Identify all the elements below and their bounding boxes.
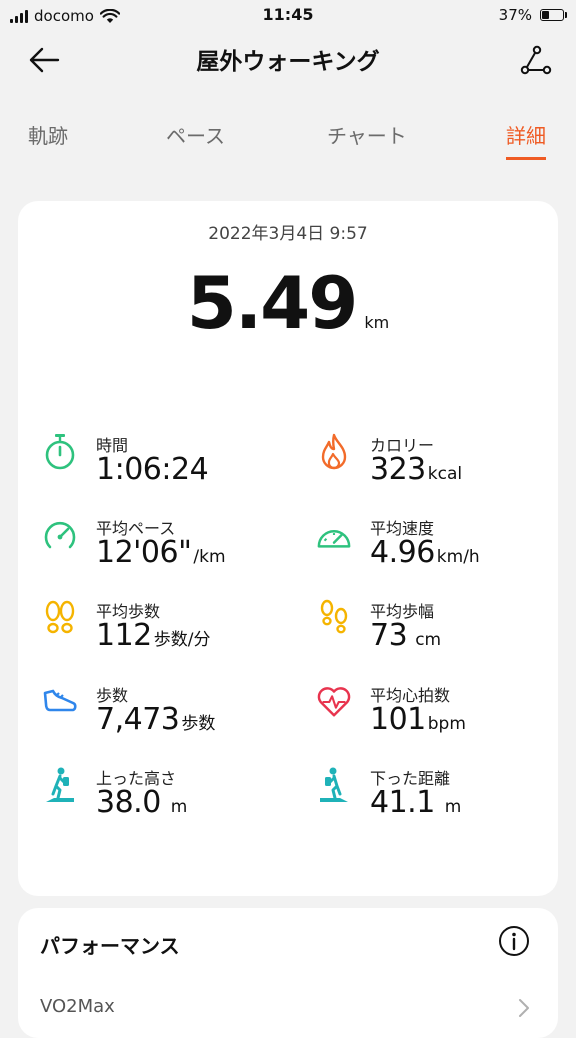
stat-value-line: 7,473 歩数 bbox=[96, 702, 215, 737]
distance-display: 5.49 km bbox=[18, 261, 558, 345]
stat-unit: cm bbox=[415, 630, 442, 650]
page-title: 屋外ウォーキング bbox=[196, 49, 380, 75]
status-time: 11:45 bbox=[262, 5, 314, 24]
chevron-right-icon bbox=[519, 999, 529, 1017]
stat-avg-pace: 平均ペース 12'06"/km bbox=[42, 515, 292, 591]
stat-value: 12'06" bbox=[96, 535, 192, 570]
stat-value-line: 41.1 m bbox=[370, 785, 461, 820]
battery-percent: 37% bbox=[498, 6, 532, 24]
stat-value: 38.0 bbox=[96, 785, 161, 820]
battery-icon bbox=[540, 9, 567, 21]
hiker-icon bbox=[42, 765, 78, 805]
status-bar: docomo 11:45 37% bbox=[0, 0, 576, 30]
stat-time: 時間 1:06:24 bbox=[42, 432, 292, 508]
stat-value: 41.1 bbox=[370, 785, 435, 820]
stat-value: 73 bbox=[370, 618, 408, 653]
stat-calories: カロリー 323 kcal bbox=[316, 432, 566, 508]
stat-unit: km/h bbox=[436, 547, 480, 567]
heart-rate-icon bbox=[316, 682, 352, 722]
vo2max-label: VO2Max bbox=[40, 996, 115, 1017]
stat-value: 4.96 bbox=[370, 535, 435, 570]
tab-chart[interactable]: チャート bbox=[327, 120, 407, 157]
stat-unit: kcal bbox=[427, 464, 463, 484]
distance-unit: km bbox=[364, 313, 390, 332]
stat-value: 101 bbox=[370, 702, 426, 737]
flame-icon bbox=[316, 432, 352, 472]
stat-value: 1:06:24 bbox=[96, 452, 209, 487]
status-right: 37% bbox=[498, 6, 567, 24]
stat-value-line: 38.0 m bbox=[96, 785, 187, 820]
header: 屋外ウォーキング bbox=[0, 30, 576, 90]
performance-card: パフォーマンス VO2Max bbox=[18, 908, 558, 1038]
tab-pace[interactable]: ペース bbox=[166, 120, 225, 157]
stat-avg-heart-rate: 平均心拍数 101 bpm bbox=[316, 682, 566, 758]
speedometer-icon bbox=[316, 515, 352, 555]
stat-value-line: 4.96 km/h bbox=[370, 535, 480, 570]
workout-datetime: 2022年3月4日 9:57 bbox=[208, 224, 368, 244]
stat-value-line: 73 cm bbox=[370, 618, 441, 653]
stat-unit: /km bbox=[193, 547, 226, 567]
stat-value-line: 1:06:24 bbox=[96, 452, 210, 487]
stat-unit: 歩数/分 bbox=[153, 630, 211, 650]
stat-value-line: 12'06"/km bbox=[96, 535, 226, 570]
stat-avg-stride: 平均歩幅 73 cm bbox=[316, 598, 566, 674]
footprints-icon bbox=[316, 598, 352, 638]
vo2max-row[interactable]: VO2Max bbox=[40, 996, 538, 1026]
stat-unit: bpm bbox=[427, 714, 466, 734]
workout-summary-card: 2022年3月4日 9:57 5.49 km 時間 1:06:24 カロリー 3… bbox=[18, 201, 558, 896]
stat-value: 323 bbox=[370, 452, 426, 487]
battery-level bbox=[542, 11, 550, 19]
stopwatch-icon bbox=[42, 432, 78, 472]
route-icon bbox=[520, 45, 552, 75]
stat-unit: m bbox=[170, 797, 188, 817]
shoe-icon bbox=[42, 682, 78, 722]
stat-value-line: 101 bpm bbox=[370, 702, 466, 737]
distance-value: 5.49 bbox=[186, 261, 359, 345]
stat-avg-cadence: 平均歩数 112 歩数/分 bbox=[42, 598, 292, 674]
stat-unit: 歩数 bbox=[181, 714, 216, 734]
performance-title: パフォーマンス bbox=[40, 934, 180, 958]
stat-value-line: 112 歩数/分 bbox=[96, 618, 211, 653]
tab-bar: 軌跡 ペース チャート 詳細 bbox=[0, 110, 576, 160]
stat-value: 112 bbox=[96, 618, 152, 653]
footprints-icon bbox=[42, 598, 78, 638]
stat-ascent: 上った高さ 38.0 m bbox=[42, 765, 292, 841]
pace-gauge-icon bbox=[42, 515, 78, 555]
info-icon[interactable] bbox=[498, 925, 530, 957]
stat-value: 7,473 bbox=[96, 702, 180, 737]
stat-descent: 下った距離 41.1 m bbox=[316, 765, 566, 841]
tab-details[interactable]: 詳細 bbox=[506, 120, 546, 160]
route-button[interactable] bbox=[514, 40, 558, 80]
stat-unit: m bbox=[444, 797, 462, 817]
stat-steps: 歩数 7,473 歩数 bbox=[42, 682, 292, 758]
stat-avg-speed: 平均速度 4.96 km/h bbox=[316, 515, 566, 591]
hiker-icon bbox=[316, 765, 352, 805]
tab-track[interactable]: 軌跡 bbox=[28, 120, 68, 157]
stat-value-line: 323 kcal bbox=[370, 452, 462, 487]
